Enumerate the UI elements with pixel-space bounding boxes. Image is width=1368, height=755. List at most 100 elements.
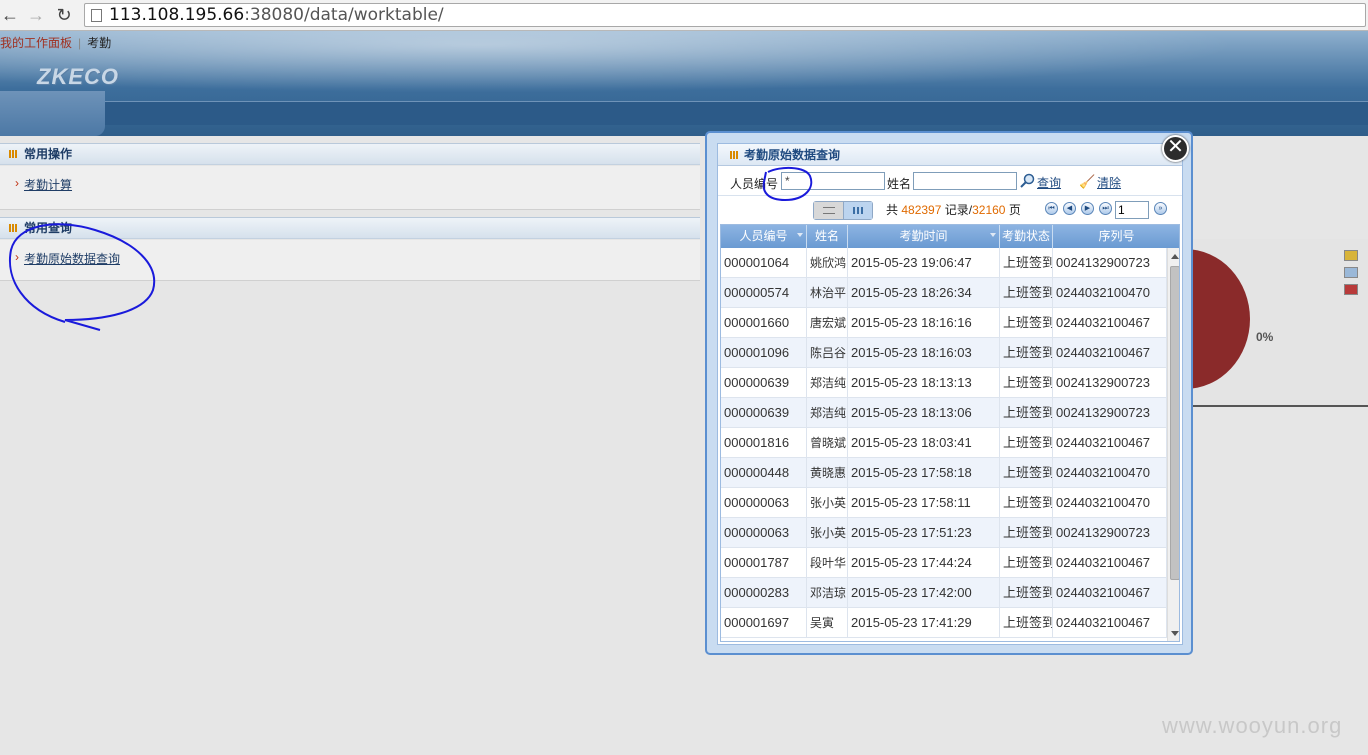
search-icon[interactable] — [1020, 173, 1035, 188]
pages-word: 页 — [1008, 203, 1021, 217]
breadcrumb-home[interactable]: 我的工作面板 — [0, 36, 72, 50]
table-row[interactable]: 000000574 林治平 2015-05-23 18:26:34 上班签到 02440… — [721, 278, 1167, 308]
dialog-content: 考勤原始数据查询 人员编号 姓名 查询 🧹 清除 共 482397 记录/321… — [717, 143, 1183, 645]
cell-status: 上班签到 — [1000, 518, 1053, 548]
sort-icon[interactable] — [797, 233, 803, 237]
total-pages: 32160 — [972, 203, 1006, 217]
table-row[interactable]: 000001064 姚欣鸿 2015-05-23 19:06:47 上班签到 00241… — [721, 248, 1167, 278]
column-header-name[interactable]: 姓名 — [807, 225, 848, 248]
cell-pin: 000000283 — [721, 578, 807, 608]
cell-time: 2015-05-23 17:41:29 — [848, 608, 1000, 638]
panel-title-common-ops: 常用操作 — [24, 147, 73, 161]
cell-status: 上班签到 — [1000, 248, 1053, 278]
name-input[interactable] — [913, 172, 1017, 190]
column-header-pin[interactable]: 人员编号 — [721, 225, 807, 248]
cell-serial: 0024132900723 — [1053, 248, 1167, 278]
grid-dots-icon — [730, 151, 738, 159]
legend-swatch-1 — [1344, 250, 1358, 261]
cell-name: 张小英 — [807, 488, 848, 518]
cell-serial: 0244032100467 — [1053, 578, 1167, 608]
header-wave — [0, 31, 1368, 101]
broom-icon[interactable]: 🧹 — [1079, 174, 1095, 190]
cell-pin: 000000063 — [721, 518, 807, 548]
grid-view-button[interactable] — [844, 202, 872, 219]
pie-label: 0% — [1256, 330, 1274, 344]
page-number-input[interactable] — [1115, 201, 1149, 219]
table-row[interactable]: 000000639 郑洁纯 2015-05-23 18:13:06 上班签到 00241… — [721, 398, 1167, 428]
cell-name: 郑洁纯 — [807, 368, 848, 398]
next-page-icon[interactable]: ▶ — [1081, 202, 1094, 215]
cell-status: 上班签到 — [1000, 608, 1053, 638]
forward-arrow-icon[interactable]: → — [26, 5, 46, 25]
reload-icon[interactable]: ↻ — [54, 5, 74, 25]
table-row[interactable]: 000000063 张小英 2015-05-23 17:58:11 上班签到 02440… — [721, 488, 1167, 518]
cell-status: 上班签到 — [1000, 398, 1053, 428]
cell-time: 2015-05-23 17:58:18 — [848, 458, 1000, 488]
close-icon[interactable]: ✕ — [1162, 135, 1189, 162]
first-page-icon[interactable]: ⏮ — [1045, 202, 1058, 215]
cell-status: 上班签到 — [1000, 458, 1053, 488]
prev-page-icon[interactable]: ◀ — [1063, 202, 1076, 215]
cell-pin: 000001096 — [721, 338, 807, 368]
cell-status: 上班签到 — [1000, 308, 1053, 338]
table-row[interactable]: 000001697 吴寅 2015-05-23 17:41:29 上班签到 024403… — [721, 608, 1167, 638]
view-toggle — [813, 201, 873, 220]
table-header: 人员编号 姓名 考勤时间 考勤状态 序列号 — [721, 225, 1179, 248]
table-row[interactable]: 000001787 段叶华 2015-05-23 17:44:24 上班签到 02440… — [721, 548, 1167, 578]
table-row[interactable]: 000001816 曾晓斌 2015-05-23 18:03:41 上班签到 02440… — [721, 428, 1167, 458]
cell-name: 曾晓斌 — [807, 428, 848, 458]
go-page-icon[interactable]: » — [1154, 202, 1167, 215]
nav-strip — [105, 101, 1368, 125]
scroll-up-icon[interactable] — [1171, 254, 1179, 259]
annotation-circle-left — [9, 223, 156, 331]
column-label: 序列号 — [1098, 229, 1135, 243]
breadcrumb-current[interactable]: 考勤 — [87, 36, 111, 50]
cell-time: 2015-05-23 18:03:41 — [848, 428, 1000, 458]
column-header-time[interactable]: 考勤时间 — [848, 225, 1000, 248]
list-view-button[interactable] — [814, 202, 844, 219]
table-row[interactable]: 000000639 郑洁纯 2015-05-23 18:13:13 上班签到 00241… — [721, 368, 1167, 398]
cell-status: 上班签到 — [1000, 488, 1053, 518]
cell-serial: 0244032100467 — [1053, 548, 1167, 578]
cell-pin: 000001697 — [721, 608, 807, 638]
panel-header-common-ops: 常用操作 — [0, 143, 700, 165]
column-header-status[interactable]: 考勤状态 — [1000, 225, 1053, 248]
grid-icon — [853, 207, 863, 214]
cell-time: 2015-05-23 18:13:13 — [848, 368, 1000, 398]
browser-toolbar: ← → ↻ 113.108.195.66:38080/data/worktabl… — [0, 0, 1368, 31]
cell-serial: 0244032100467 — [1053, 308, 1167, 338]
column-header-serial[interactable]: 序列号 — [1053, 225, 1179, 248]
table-row[interactable]: 000001096 陈吕谷 2015-05-23 18:16:03 上班签到 02440… — [721, 338, 1167, 368]
search-button[interactable]: 查询 — [1037, 174, 1061, 191]
watermark: www.wooyun.org — [1162, 713, 1343, 738]
cell-pin: 000001787 — [721, 548, 807, 578]
table-row[interactable]: 000000063 张小英 2015-05-23 17:51:23 上班签到 00241… — [721, 518, 1167, 548]
address-bar[interactable]: 113.108.195.66:38080/data/worktable/ — [84, 3, 1366, 27]
legend-swatch-2 — [1344, 267, 1358, 278]
sort-icon[interactable] — [990, 233, 996, 237]
cell-serial: 0244032100467 — [1053, 428, 1167, 458]
dialog-title-bar: 考勤原始数据查询 — [718, 144, 1182, 166]
back-arrow-icon[interactable]: ← — [0, 5, 20, 25]
table-row[interactable]: 000000448 黄晓惠 2015-05-23 17:58:18 上班签到 02440… — [721, 458, 1167, 488]
cell-pin: 000000448 — [721, 458, 807, 488]
table-row[interactable]: 000000283 邓洁琼 2015-05-23 17:42:00 上班签到 02440… — [721, 578, 1167, 608]
logo: ZKECO — [37, 64, 119, 89]
scroll-thumb[interactable] — [1170, 266, 1179, 580]
grid-dots-icon — [9, 150, 17, 158]
cell-name: 段叶华 — [807, 548, 848, 578]
cell-serial: 0244032100470 — [1053, 458, 1167, 488]
annotation-circle-pin — [762, 166, 813, 202]
page-icon — [91, 9, 102, 22]
records-word: 记录/ — [944, 203, 973, 217]
raw-attendance-dialog: 考勤原始数据查询 人员编号 姓名 查询 🧹 清除 共 482397 记录/321… — [705, 131, 1193, 655]
column-label: 人员编号 — [739, 229, 788, 243]
last-page-icon[interactable]: ⏭ — [1099, 202, 1112, 215]
clear-button[interactable]: 清除 — [1097, 174, 1121, 191]
scroll-down-icon[interactable] — [1171, 631, 1179, 636]
table-row[interactable]: 000001660 唐宏斌 2015-05-23 18:16:16 上班签到 02440… — [721, 308, 1167, 338]
table-scrollbar[interactable] — [1167, 248, 1179, 641]
cell-time: 2015-05-23 17:42:00 — [848, 578, 1000, 608]
total-records: 482397 — [901, 203, 942, 217]
cell-time: 2015-05-23 17:58:11 — [848, 488, 1000, 518]
